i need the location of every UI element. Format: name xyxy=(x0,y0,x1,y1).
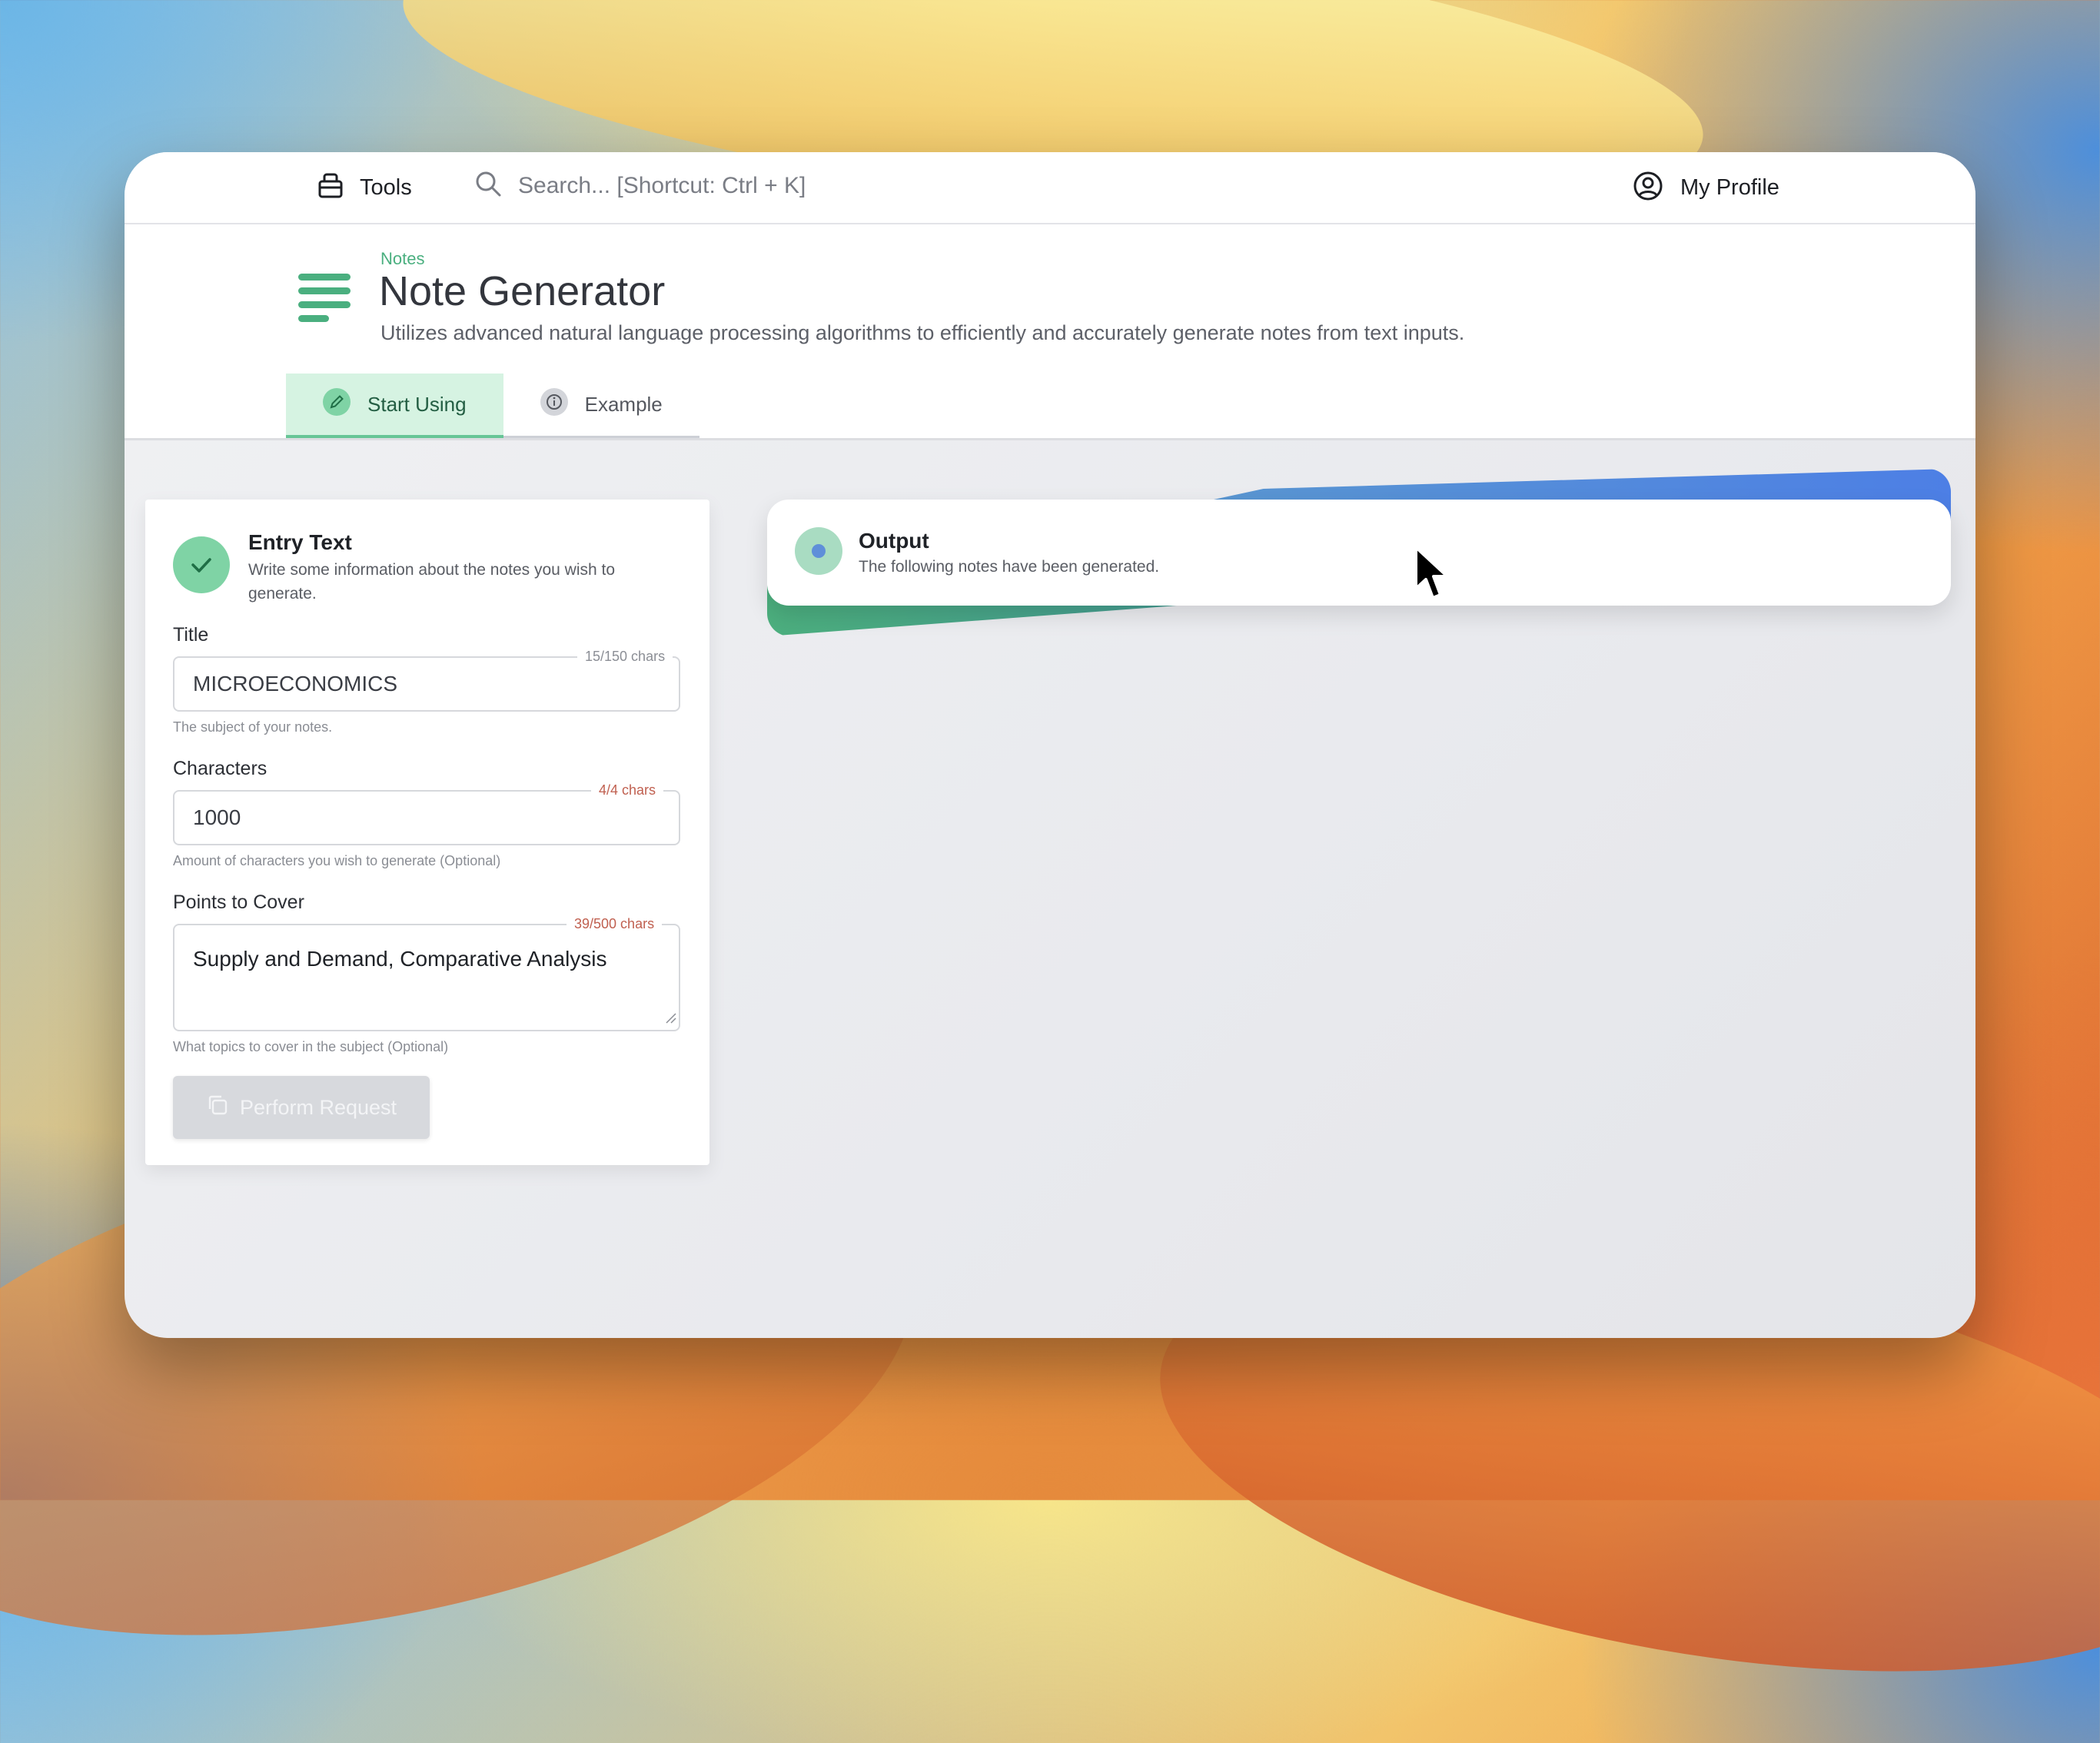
points-textarea[interactable]: Supply and Demand, Comparative Analysis xyxy=(173,924,680,1031)
title-hint: The subject of your notes. xyxy=(173,719,333,735)
status-dot-icon xyxy=(795,527,842,579)
info-icon xyxy=(540,388,568,421)
points-hint: What topics to cover in the subject (Opt… xyxy=(173,1039,449,1054)
points-text[interactable]: Supply and Demand, Comparative Analysis xyxy=(193,947,654,971)
tools-label: Tools xyxy=(360,175,412,200)
my-profile-button[interactable]: My Profile xyxy=(1633,171,1779,205)
tab-start-using[interactable]: Start Using xyxy=(286,374,503,438)
mouse-cursor-icon xyxy=(1413,544,1453,609)
title-char-counter: 15/150 chars xyxy=(577,649,673,665)
points-field-label: Points to Cover xyxy=(173,891,304,913)
perform-request-button[interactable]: Perform Request xyxy=(173,1076,430,1139)
entry-text-card: Entry Text Write some information about … xyxy=(145,500,709,1165)
profile-label: My Profile xyxy=(1680,175,1779,200)
output-title: Output xyxy=(859,529,929,553)
user-circle-icon xyxy=(1633,171,1663,205)
resize-handle-icon[interactable] xyxy=(665,1012,677,1028)
title-field-label: Title xyxy=(173,624,209,646)
page-title: Note Generator xyxy=(379,268,666,314)
tab-label: Start Using xyxy=(367,392,467,416)
perform-request-label: Perform Request xyxy=(239,1095,397,1119)
entry-description: Write some information about the notes y… xyxy=(248,561,616,603)
search-input[interactable] xyxy=(517,171,1135,200)
top-navbar: Tools My Profile xyxy=(125,152,1975,224)
tools-menu-button[interactable]: Tools xyxy=(315,171,412,205)
app-window: Tools My Profile xyxy=(125,152,1975,1338)
output-card: Output The following notes have been gen… xyxy=(767,500,1951,606)
tools-icon xyxy=(315,171,346,205)
points-char-counter: 39/500 chars xyxy=(567,916,663,932)
characters-input[interactable] xyxy=(193,792,654,844)
copy-icon xyxy=(206,1094,229,1122)
page-description: Utilizes advanced natural language proce… xyxy=(380,321,1465,344)
page-header: Notes Note Generator Utilizes advanced n… xyxy=(125,224,1975,440)
checkmark-icon xyxy=(173,536,230,597)
title-input[interactable] xyxy=(193,658,654,710)
search-icon xyxy=(473,169,503,202)
output-description: The following notes have been generated. xyxy=(859,558,1160,576)
tab-bar: Start Using Example xyxy=(286,374,699,438)
entry-title: Entry Text xyxy=(248,530,352,554)
characters-field-label: Characters xyxy=(173,758,267,779)
characters-hint: Amount of characters you wish to generat… xyxy=(173,853,501,868)
search-bar[interactable] xyxy=(473,169,1165,202)
pencil-icon xyxy=(323,387,351,421)
breadcrumb[interactable]: Notes xyxy=(380,249,424,269)
tab-example[interactable]: Example xyxy=(503,374,699,438)
characters-char-counter: 4/4 chars xyxy=(591,782,664,798)
tab-label: Example xyxy=(584,393,663,416)
menu-icon[interactable] xyxy=(298,274,354,327)
